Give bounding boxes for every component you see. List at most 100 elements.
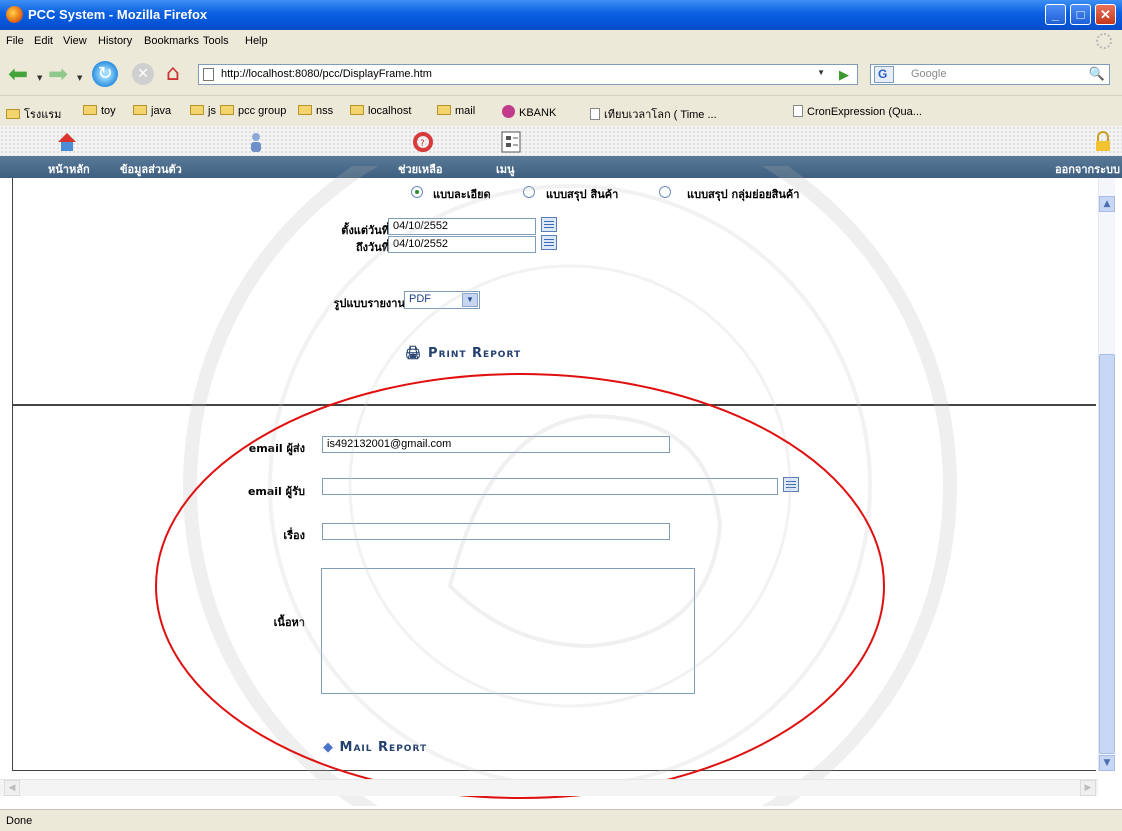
body-label: เนื้อหา [273, 616, 305, 629]
search-engine-icon[interactable]: G [874, 66, 894, 83]
subject-input[interactable] [322, 523, 670, 540]
bookmark-page[interactable]: เทียบเวลาโลก ( Time ... [590, 105, 717, 123]
subject-label: เรื่อง [283, 529, 305, 542]
report-options-panel: แบบละเอียด แบบสรุป สินค้า แบบสรุป กลุ่มย… [12, 178, 1096, 406]
scroll-left-icon[interactable]: ◀ [4, 780, 20, 796]
bookmark-folder[interactable]: toy [83, 105, 116, 117]
address-book-icon[interactable] [783, 477, 799, 492]
from-date-label: ตั้งแต่วันที่ [341, 224, 389, 237]
app-icon-strip: ? [0, 126, 1122, 156]
status-text: Done [6, 815, 33, 827]
stop-icon[interactable]: ✕ [132, 63, 154, 85]
menu-tools[interactable]: Tools [203, 35, 229, 47]
close-button[interactable]: ✕ [1095, 4, 1116, 25]
scroll-down-icon[interactable]: ▼ [1099, 755, 1115, 771]
search-placeholder: Google [911, 68, 947, 80]
menu-edit[interactable]: Edit [34, 35, 53, 47]
body-textarea[interactable] [321, 568, 695, 694]
firefox-icon [6, 6, 23, 23]
page-icon [793, 105, 803, 117]
url-dropdown-icon[interactable]: ▼ [817, 68, 825, 77]
nav-home-link[interactable]: หน้าหลัก [48, 160, 90, 178]
folder-icon [298, 105, 312, 115]
folder-icon [437, 105, 451, 115]
scroll-right-icon[interactable]: ▶ [1080, 780, 1096, 796]
menu-help[interactable]: Help [245, 35, 268, 47]
menu-bar: File Edit View History Bookmarks Tools H… [0, 30, 1122, 52]
maximize-button[interactable]: □ [1070, 4, 1091, 25]
user-icon[interactable] [245, 131, 267, 153]
back-arrow-icon[interactable]: ⬅ [8, 60, 36, 88]
scroll-up-icon[interactable]: ▲ [1099, 196, 1115, 212]
radio-summary-product-label: แบบสรุป สินค้า [546, 188, 619, 201]
mail-report-button[interactable]: ◆ Mail Report [323, 740, 427, 755]
lock-icon[interactable] [1092, 131, 1114, 153]
menu-view[interactable]: View [63, 35, 87, 47]
folder-icon [83, 105, 97, 115]
sender-email-label: email ผู้ส่ง [248, 442, 305, 455]
nav-profile-link[interactable]: ข้อมูลส่วนตัว [120, 160, 182, 178]
status-bar: Done [0, 809, 1122, 831]
format-select[interactable]: PDF ▼ [404, 291, 480, 309]
to-date-label: ถึงวันที่ [356, 241, 389, 254]
bookmark-kbank[interactable]: KBANK [502, 105, 556, 119]
printer-icon: 🖨 [405, 346, 423, 361]
radio-summary-subgroup-label: แบบสรุป กลุ่มย่อยสินค้า [687, 188, 800, 201]
minimize-button[interactable]: _ [1045, 4, 1066, 25]
recipient-email-label: email ผู้รับ [247, 485, 305, 498]
forward-arrow-icon[interactable]: ➡ [48, 60, 76, 88]
kbank-icon [502, 105, 515, 118]
url-bar[interactable]: http://localhost:8080/pcc/DisplayFrame.h… [198, 64, 858, 85]
horizontal-scrollbar[interactable]: ◀ ▶ [0, 779, 1098, 796]
url-text[interactable]: http://localhost:8080/pcc/DisplayFrame.h… [221, 68, 432, 80]
bookmark-folder[interactable]: java [133, 105, 171, 117]
scroll-thumb[interactable] [1099, 354, 1115, 754]
bookmark-folder[interactable]: localhost [350, 105, 411, 117]
bookmark-page[interactable]: CronExpression (Qua... [793, 105, 922, 118]
window-titlebar: PCC System - Mozilla Firefox _ □ ✕ [0, 0, 1122, 30]
back-dropdown-icon[interactable]: ▼ [37, 74, 42, 82]
bookmark-folder[interactable]: โรงแรม [6, 105, 61, 123]
bookmark-folder[interactable]: js [190, 105, 216, 117]
to-calendar-icon[interactable] [541, 235, 557, 250]
chevron-down-icon[interactable]: ▼ [462, 293, 478, 307]
navigation-toolbar: ⬅ ▼ ➡ ▼ ↻ ✕ ⌂ http://localhost:8080/pcc/… [0, 52, 1122, 96]
recipient-email-input[interactable] [322, 478, 778, 495]
radio-summary-product[interactable] [523, 186, 535, 198]
bookmark-folder[interactable]: pcc group [220, 105, 286, 117]
nav-help-link[interactable]: ช่วยเหลือ [398, 160, 442, 178]
reload-icon[interactable]: ↻ [92, 61, 118, 87]
page-icon [590, 108, 600, 120]
bookmark-folder[interactable]: mail [437, 105, 475, 117]
search-icon[interactable]: 🔍 [1089, 66, 1105, 82]
home-icon[interactable]: ⌂ [166, 60, 194, 88]
radio-detailed-label: แบบละเอียด [433, 188, 491, 201]
go-arrow-icon[interactable]: ▶ [839, 67, 849, 83]
radio-detailed[interactable] [411, 186, 423, 198]
search-bar[interactable]: G Google 🔍 [870, 64, 1110, 85]
help-lifebuoy-icon[interactable]: ? [412, 131, 434, 153]
to-date-input[interactable]: 04/10/2552 [388, 236, 536, 253]
nav-logout-link[interactable]: ออกจากระบบ [1055, 160, 1120, 178]
folder-icon [220, 105, 234, 115]
sender-email-input[interactable]: is492132001@gmail.com [322, 436, 670, 453]
vertical-scrollbar[interactable]: ▲ ▼ [1098, 178, 1115, 771]
menu-file[interactable]: File [6, 35, 24, 47]
radio-summary-subgroup[interactable] [659, 186, 671, 198]
folder-icon [133, 105, 147, 115]
menu-history[interactable]: History [98, 35, 132, 47]
from-date-input[interactable]: 04/10/2552 [388, 218, 536, 235]
nav-menu-link[interactable]: เมนู [496, 160, 515, 178]
bookmark-folder[interactable]: nss [298, 105, 333, 117]
svg-text:?: ? [420, 139, 425, 149]
envelope-icon: ◆ [323, 740, 334, 755]
bookmarks-toolbar: โรงแรม toy java js pcc group nss localho… [0, 98, 1122, 126]
menu-bookmarks[interactable]: Bookmarks [144, 35, 199, 47]
home-house-icon[interactable] [56, 131, 78, 153]
forward-dropdown-icon[interactable]: ▼ [77, 74, 82, 82]
folder-icon [6, 109, 20, 119]
menu-tree-icon[interactable] [500, 131, 522, 153]
app-nav-bar: หน้าหลัก ข้อมูลส่วนตัว ช่วยเหลือ เมนู ออ… [0, 156, 1122, 178]
from-calendar-icon[interactable] [541, 217, 557, 232]
print-report-button[interactable]: 🖨 Print Report [405, 346, 521, 361]
